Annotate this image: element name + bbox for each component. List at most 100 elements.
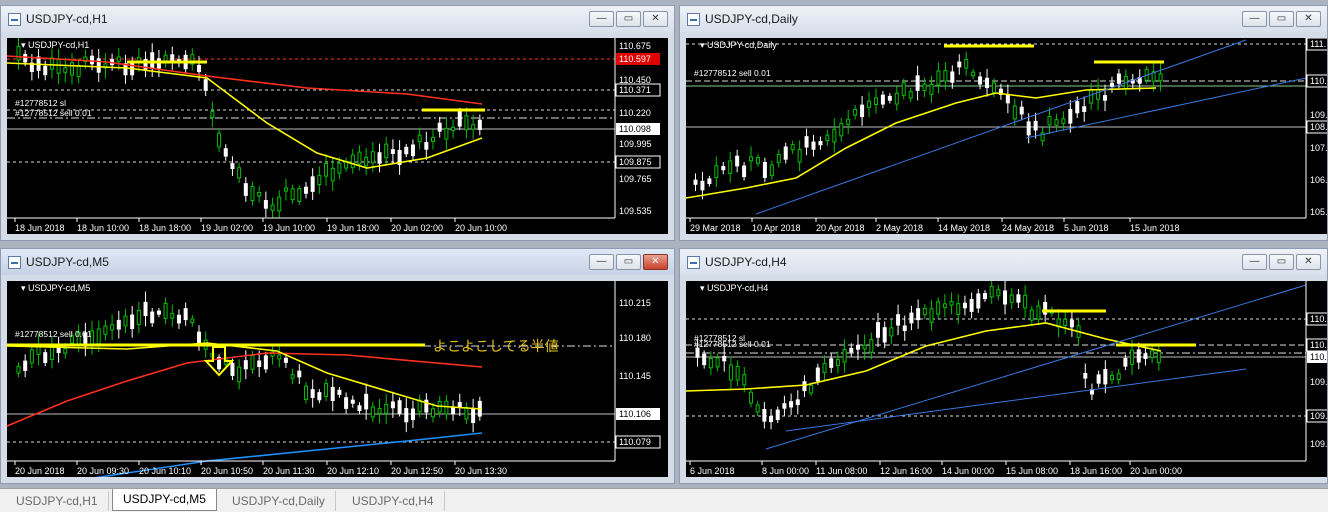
tab-usdjpy-h1[interactable]: USDJPY-cd,H1 xyxy=(6,491,109,511)
candle-body xyxy=(283,357,288,363)
candle-body xyxy=(1012,105,1017,120)
close-button[interactable]: ✕ xyxy=(643,11,668,27)
candle-body xyxy=(976,293,981,309)
close-button[interactable]: ✕ xyxy=(643,254,668,270)
candle-body xyxy=(795,399,800,406)
restore-button[interactable]: ▭ xyxy=(1269,11,1294,27)
candle-body xyxy=(769,416,774,423)
restore-button[interactable]: ▭ xyxy=(616,254,641,270)
candle-body xyxy=(123,315,128,327)
price-label: 109.875 xyxy=(615,155,661,169)
price-label: 110.098 xyxy=(616,123,660,135)
candle-body xyxy=(908,91,913,99)
chart-tab-bar: USDJPY-cd,H1 USDJPY-cd,M5 USDJPY-cd,Dail… xyxy=(0,488,1328,512)
candle-body xyxy=(902,325,907,331)
candle-body xyxy=(190,318,195,324)
candle-body xyxy=(477,119,482,130)
candle-body xyxy=(183,308,188,321)
window-titlebar[interactable]: USDJPY-cd,Daily — ▭ ✕ xyxy=(680,6,1327,32)
price-chart-daily[interactable]: ▾ USDJPY-cd,Daily #12778512 sell 0.01 111.… xyxy=(686,38,1327,234)
price-label-text: 110.106 xyxy=(619,409,651,419)
candle-body xyxy=(324,383,329,397)
candle-body xyxy=(1116,373,1121,380)
time-label: 19 Jun 18:00 xyxy=(327,223,379,233)
candle-body xyxy=(1063,318,1068,327)
candle-body xyxy=(1150,350,1155,358)
price-label-text: 110.675 xyxy=(619,41,651,51)
candle-body xyxy=(16,45,21,61)
candle-body xyxy=(1069,319,1074,328)
close-button[interactable]: ✕ xyxy=(1296,254,1321,270)
candle-body xyxy=(797,148,802,163)
window-title: USDJPY-cd,H1 xyxy=(26,12,108,26)
price-label: 110.371 xyxy=(615,83,661,97)
tab-usdjpy-daily[interactable]: USDJPY-cd,Daily xyxy=(222,491,336,511)
price-chart-svg[interactable]: ▾ USDJPY-cd,H4#12778512 sl#12778512 sell… xyxy=(686,281,1327,477)
candle-body xyxy=(384,143,389,159)
window-titlebar[interactable]: USDJPY-cd,H1 — ▭ ✕ xyxy=(1,6,674,32)
price-chart-svg[interactable]: ▾ USDJPY-cd,Daily #12778512 sell 0.01 111.… xyxy=(686,38,1327,234)
price-label-text: 109.535 xyxy=(619,206,652,216)
price-chart-svg[interactable]: ▾ USDJPY-cd,M5 #12778512 sell 0.01 よこよこしてる… xyxy=(7,281,668,477)
restore-button[interactable]: ▭ xyxy=(616,11,641,27)
candle-body xyxy=(1047,116,1052,126)
candle-body xyxy=(829,358,834,368)
candle-body xyxy=(1005,94,1010,104)
candle-body xyxy=(1089,89,1094,104)
price-label: 109.535 xyxy=(619,206,652,216)
candle-body xyxy=(263,200,268,209)
candle-body xyxy=(337,162,342,174)
candle-body xyxy=(804,136,809,148)
chart-window-m5[interactable]: USDJPY-cd,M5 — ▭ ✕ ▾ USDJPY-cd,M5 #127785… xyxy=(0,248,675,484)
price-label: 110.106 xyxy=(616,408,660,420)
price-label: 105. xyxy=(1310,207,1327,217)
price-label-text: 110.215 xyxy=(619,298,651,308)
price-label-text: 110.371 xyxy=(619,85,651,95)
price-label-text: 109. xyxy=(1310,439,1327,449)
tab-usdjpy-m5[interactable]: USDJPY-cd,M5 xyxy=(112,489,217,511)
candle-body xyxy=(1110,374,1115,381)
candle-body xyxy=(217,132,222,148)
candle-body xyxy=(203,79,208,91)
tab-usdjpy-h4[interactable]: USDJPY-cd,H4 xyxy=(342,491,445,511)
minimize-button[interactable]: — xyxy=(1242,11,1267,27)
minimize-button[interactable]: — xyxy=(1242,254,1267,270)
candle-body xyxy=(853,108,858,116)
candle-body xyxy=(303,385,308,400)
window-titlebar[interactable]: USDJPY-cd,H4 — ▭ ✕ xyxy=(680,249,1327,275)
price-chart-svg[interactable]: ▾ USDJPY-cd,H1 #12778512 sl#12778512 sell… xyxy=(7,38,668,234)
candle-body xyxy=(310,389,315,398)
candle-body xyxy=(357,405,362,412)
price-label-text: 107. xyxy=(1310,143,1327,153)
restore-button[interactable]: ▭ xyxy=(1269,254,1294,270)
minimize-button[interactable]: — xyxy=(589,11,614,27)
candle-body xyxy=(370,406,375,418)
candle-body xyxy=(330,386,335,401)
moving-average-line xyxy=(7,342,483,410)
candle-body xyxy=(735,365,740,381)
price-chart-m5[interactable]: ▾ USDJPY-cd,M5 #12778512 sell 0.01 よこよこしてる… xyxy=(7,281,668,477)
candle-body xyxy=(417,134,422,143)
candle-body xyxy=(303,186,308,194)
price-label-text: 110.145 xyxy=(619,371,651,381)
candle-body xyxy=(1036,305,1041,320)
candle-body xyxy=(695,347,700,358)
chart-window-h1[interactable]: USDJPY-cd,H1 — ▭ ✕ ▾ USDJPY-cd,H1 #127785… xyxy=(0,5,675,241)
candle-body xyxy=(776,154,781,164)
close-button[interactable]: ✕ xyxy=(1296,11,1321,27)
candle-body xyxy=(90,55,95,65)
chart-window-h4[interactable]: USDJPY-cd,H4 — ▭ ✕ ▾ USDJPY-cd,H4 #127785… xyxy=(679,248,1328,484)
candle-body xyxy=(887,95,892,101)
candle-body xyxy=(337,389,342,395)
candle-body xyxy=(825,134,830,142)
window-titlebar[interactable]: USDJPY-cd,M5 — ▭ ✕ xyxy=(1,249,674,275)
price-chart-h1[interactable]: ▾ USDJPY-cd,H1 #12778512 sl #12778512 sell… xyxy=(7,38,668,234)
price-label-text: 110.079 xyxy=(619,437,651,447)
price-label-text: 109. xyxy=(1310,411,1327,421)
minimize-button[interactable]: — xyxy=(589,254,614,270)
price-chart-h4[interactable]: ▾ USDJPY-cd,H4 #12778512 sl #12778512 sell… xyxy=(686,281,1327,477)
candle-body xyxy=(1096,374,1101,384)
candle-body xyxy=(23,53,28,63)
candle-body xyxy=(742,165,747,178)
chart-window-daily[interactable]: USDJPY-cd,Daily — ▭ ✕ ▾ USDJPY-cd,Daily #… xyxy=(679,5,1328,241)
